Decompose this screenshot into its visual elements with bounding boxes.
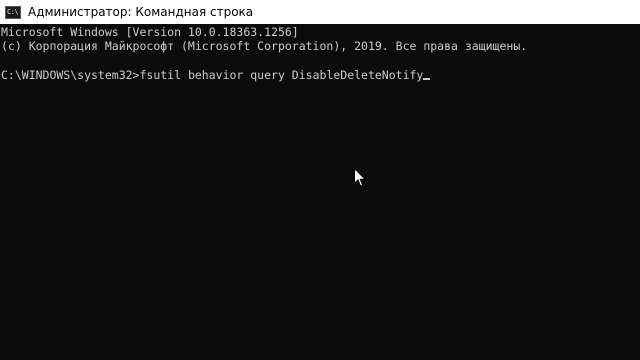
console-area[interactable]: Microsoft Windows [Version 10.0.18363.12… [0,25,640,360]
title-bar[interactable]: C:\ Администратор: Командная строка [0,0,640,24]
console-prompt: C:\WINDOWS\system32> [1,68,140,82]
cmd-icon[interactable]: C:\ [5,5,21,19]
command-prompt-window: C:\ Администратор: Командная строка Micr… [0,0,640,360]
mouse-pointer-icon [354,168,366,187]
console-line-version: Microsoft Windows [Version 10.0.18363.12… [1,25,299,39]
console-command-input[interactable]: fsutil behavior query DisableDeleteNotif… [139,68,423,82]
cmd-icon-glyph: C:\ [7,7,19,16]
text-cursor [423,78,431,80]
console-line-copyright: (c) Корпорация Майкрософт (Microsoft Cor… [1,39,528,53]
window-title: Администратор: Командная строка [28,5,254,19]
command-line[interactable]: C:\WINDOWS\system32>fsutil behavior quer… [1,68,431,82]
